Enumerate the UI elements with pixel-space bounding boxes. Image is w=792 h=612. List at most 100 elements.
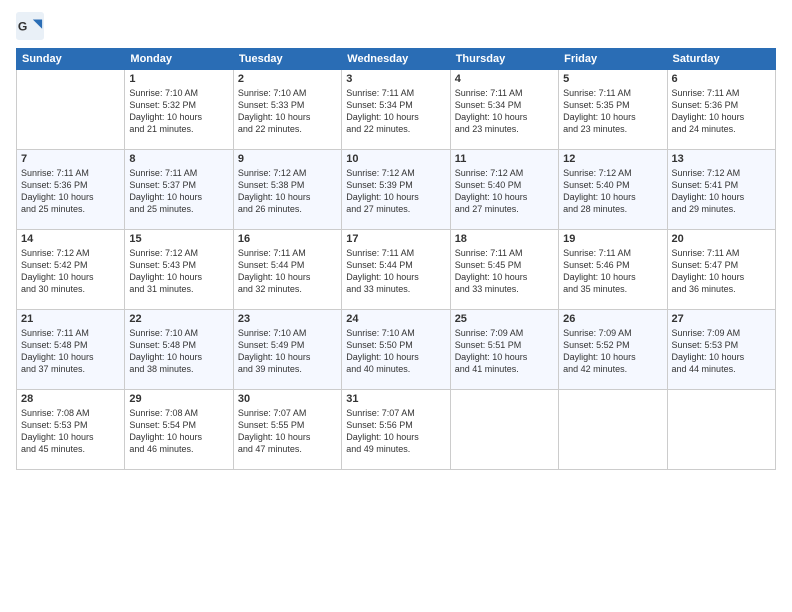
day-cell: 1 Sunrise: 7:10 AMSunset: 5:32 PMDaylight…	[125, 70, 233, 150]
day-info: Sunrise: 7:10 AMSunset: 5:33 PMDaylight:…	[238, 87, 337, 136]
day-info: Sunrise: 7:11 AMSunset: 5:36 PMDaylight:…	[672, 87, 771, 136]
logo: G	[16, 12, 46, 40]
day-cell: 7 Sunrise: 7:11 AMSunset: 5:36 PMDaylight…	[17, 150, 125, 230]
day-info: Sunrise: 7:11 AMSunset: 5:45 PMDaylight:…	[455, 247, 554, 296]
day-cell: 5Sunrise: 7:11 AMSunset: 5:35 PMDaylight…	[559, 70, 667, 150]
day-cell: 6 Sunrise: 7:11 AMSunset: 5:36 PMDaylight…	[667, 70, 775, 150]
logo-icon: G	[16, 12, 44, 40]
day-info: Sunrise: 7:11 AMSunset: 5:34 PMDaylight:…	[346, 87, 445, 136]
day-cell: 24 Sunrise: 7:10 AMSunset: 5:50 PMDayligh…	[342, 310, 450, 390]
week-row-2: 7 Sunrise: 7:11 AMSunset: 5:36 PMDaylight…	[17, 150, 776, 230]
day-cell: 2Sunrise: 7:10 AMSunset: 5:33 PMDaylight…	[233, 70, 341, 150]
day-info: Sunrise: 7:08 AMSunset: 5:53 PMDaylight:…	[21, 407, 120, 456]
day-cell	[17, 70, 125, 150]
svg-text:G: G	[18, 20, 27, 34]
day-info: Sunrise: 7:08 AMSunset: 5:54 PMDaylight:…	[129, 407, 228, 456]
day-number: 6	[672, 73, 771, 85]
day-cell: 12Sunrise: 7:12 AMSunset: 5:40 PMDayligh…	[559, 150, 667, 230]
day-cell	[559, 390, 667, 470]
day-info: Sunrise: 7:11 AMSunset: 5:37 PMDaylight:…	[129, 167, 228, 216]
day-number: 30	[238, 393, 337, 405]
day-info: Sunrise: 7:12 AMSunset: 5:43 PMDaylight:…	[129, 247, 228, 296]
day-info: Sunrise: 7:11 AMSunset: 5:36 PMDaylight:…	[21, 167, 120, 216]
day-info: Sunrise: 7:12 AMSunset: 5:42 PMDaylight:…	[21, 247, 120, 296]
day-cell: 14Sunrise: 7:12 AMSunset: 5:42 PMDayligh…	[17, 230, 125, 310]
day-number: 11	[455, 153, 554, 165]
header-cell-friday: Friday	[559, 49, 667, 70]
day-cell: 31 Sunrise: 7:07 AMSunset: 5:56 PMDayligh…	[342, 390, 450, 470]
day-cell: 20 Sunrise: 7:11 AMSunset: 5:47 PMDayligh…	[667, 230, 775, 310]
day-number: 31	[346, 393, 445, 405]
day-number: 19	[563, 233, 662, 245]
day-number: 29	[129, 393, 228, 405]
day-number: 1	[129, 73, 228, 85]
day-info: Sunrise: 7:09 AMSunset: 5:51 PMDaylight:…	[455, 327, 554, 376]
day-number: 10	[346, 153, 445, 165]
day-number: 27	[672, 313, 771, 325]
day-info: Sunrise: 7:11 AMSunset: 5:35 PMDaylight:…	[563, 87, 662, 136]
day-cell: 18 Sunrise: 7:11 AMSunset: 5:45 PMDayligh…	[450, 230, 558, 310]
day-cell: 21 Sunrise: 7:11 AMSunset: 5:48 PMDayligh…	[17, 310, 125, 390]
day-cell: 17Sunrise: 7:11 AMSunset: 5:44 PMDayligh…	[342, 230, 450, 310]
day-cell: 25Sunrise: 7:09 AMSunset: 5:51 PMDayligh…	[450, 310, 558, 390]
day-info: Sunrise: 7:11 AMSunset: 5:44 PMDaylight:…	[238, 247, 337, 296]
day-info: Sunrise: 7:12 AMSunset: 5:41 PMDaylight:…	[672, 167, 771, 216]
day-cell: 9Sunrise: 7:12 AMSunset: 5:38 PMDaylight…	[233, 150, 341, 230]
day-cell: 23Sunrise: 7:10 AMSunset: 5:49 PMDayligh…	[233, 310, 341, 390]
day-number: 18	[455, 233, 554, 245]
day-cell: 4Sunrise: 7:11 AMSunset: 5:34 PMDaylight…	[450, 70, 558, 150]
day-cell: 28Sunrise: 7:08 AMSunset: 5:53 PMDayligh…	[17, 390, 125, 470]
day-info: Sunrise: 7:10 AMSunset: 5:50 PMDaylight:…	[346, 327, 445, 376]
day-cell: 22 Sunrise: 7:10 AMSunset: 5:48 PMDayligh…	[125, 310, 233, 390]
day-cell: 29 Sunrise: 7:08 AMSunset: 5:54 PMDayligh…	[125, 390, 233, 470]
day-number: 24	[346, 313, 445, 325]
day-info: Sunrise: 7:11 AMSunset: 5:44 PMDaylight:…	[346, 247, 445, 296]
day-number: 3	[346, 73, 445, 85]
day-info: Sunrise: 7:12 AMSunset: 5:40 PMDaylight:…	[455, 167, 554, 216]
day-cell: 26Sunrise: 7:09 AMSunset: 5:52 PMDayligh…	[559, 310, 667, 390]
day-cell	[450, 390, 558, 470]
header-cell-sunday: Sunday	[17, 49, 125, 70]
day-info: Sunrise: 7:12 AMSunset: 5:38 PMDaylight:…	[238, 167, 337, 216]
day-cell: 27 Sunrise: 7:09 AMSunset: 5:53 PMDayligh…	[667, 310, 775, 390]
day-number: 21	[21, 313, 120, 325]
day-number: 16	[238, 233, 337, 245]
week-row-1: 1 Sunrise: 7:10 AMSunset: 5:32 PMDaylight…	[17, 70, 776, 150]
header-cell-thursday: Thursday	[450, 49, 558, 70]
day-cell: 19 Sunrise: 7:11 AMSunset: 5:46 PMDayligh…	[559, 230, 667, 310]
day-cell: 10 Sunrise: 7:12 AMSunset: 5:39 PMDayligh…	[342, 150, 450, 230]
day-number: 13	[672, 153, 771, 165]
week-row-3: 14Sunrise: 7:12 AMSunset: 5:42 PMDayligh…	[17, 230, 776, 310]
day-number: 15	[129, 233, 228, 245]
day-info: Sunrise: 7:12 AMSunset: 5:39 PMDaylight:…	[346, 167, 445, 216]
day-info: Sunrise: 7:09 AMSunset: 5:53 PMDaylight:…	[672, 327, 771, 376]
header: G	[16, 12, 776, 40]
week-row-4: 21 Sunrise: 7:11 AMSunset: 5:48 PMDayligh…	[17, 310, 776, 390]
week-row-5: 28Sunrise: 7:08 AMSunset: 5:53 PMDayligh…	[17, 390, 776, 470]
day-info: Sunrise: 7:12 AMSunset: 5:40 PMDaylight:…	[563, 167, 662, 216]
header-cell-wednesday: Wednesday	[342, 49, 450, 70]
day-number: 8	[129, 153, 228, 165]
day-info: Sunrise: 7:10 AMSunset: 5:48 PMDaylight:…	[129, 327, 228, 376]
day-info: Sunrise: 7:07 AMSunset: 5:56 PMDaylight:…	[346, 407, 445, 456]
day-info: Sunrise: 7:09 AMSunset: 5:52 PMDaylight:…	[563, 327, 662, 376]
day-info: Sunrise: 7:11 AMSunset: 5:34 PMDaylight:…	[455, 87, 554, 136]
day-cell: 3 Sunrise: 7:11 AMSunset: 5:34 PMDaylight…	[342, 70, 450, 150]
day-info: Sunrise: 7:10 AMSunset: 5:32 PMDaylight:…	[129, 87, 228, 136]
day-cell: 16 Sunrise: 7:11 AMSunset: 5:44 PMDayligh…	[233, 230, 341, 310]
calendar-page: G SundayMondayTuesdayWednesdayThursdayFr…	[0, 0, 792, 612]
day-cell: 15 Sunrise: 7:12 AMSunset: 5:43 PMDayligh…	[125, 230, 233, 310]
day-cell: 11 Sunrise: 7:12 AMSunset: 5:40 PMDayligh…	[450, 150, 558, 230]
header-row: SundayMondayTuesdayWednesdayThursdayFrid…	[17, 49, 776, 70]
day-info: Sunrise: 7:11 AMSunset: 5:47 PMDaylight:…	[672, 247, 771, 296]
day-info: Sunrise: 7:07 AMSunset: 5:55 PMDaylight:…	[238, 407, 337, 456]
day-number: 20	[672, 233, 771, 245]
day-info: Sunrise: 7:11 AMSunset: 5:46 PMDaylight:…	[563, 247, 662, 296]
header-cell-monday: Monday	[125, 49, 233, 70]
day-info: Sunrise: 7:11 AMSunset: 5:48 PMDaylight:…	[21, 327, 120, 376]
calendar-table: SundayMondayTuesdayWednesdayThursdayFrid…	[16, 48, 776, 470]
day-cell: 13 Sunrise: 7:12 AMSunset: 5:41 PMDayligh…	[667, 150, 775, 230]
day-number: 22	[129, 313, 228, 325]
day-number: 7	[21, 153, 120, 165]
day-number: 23	[238, 313, 337, 325]
